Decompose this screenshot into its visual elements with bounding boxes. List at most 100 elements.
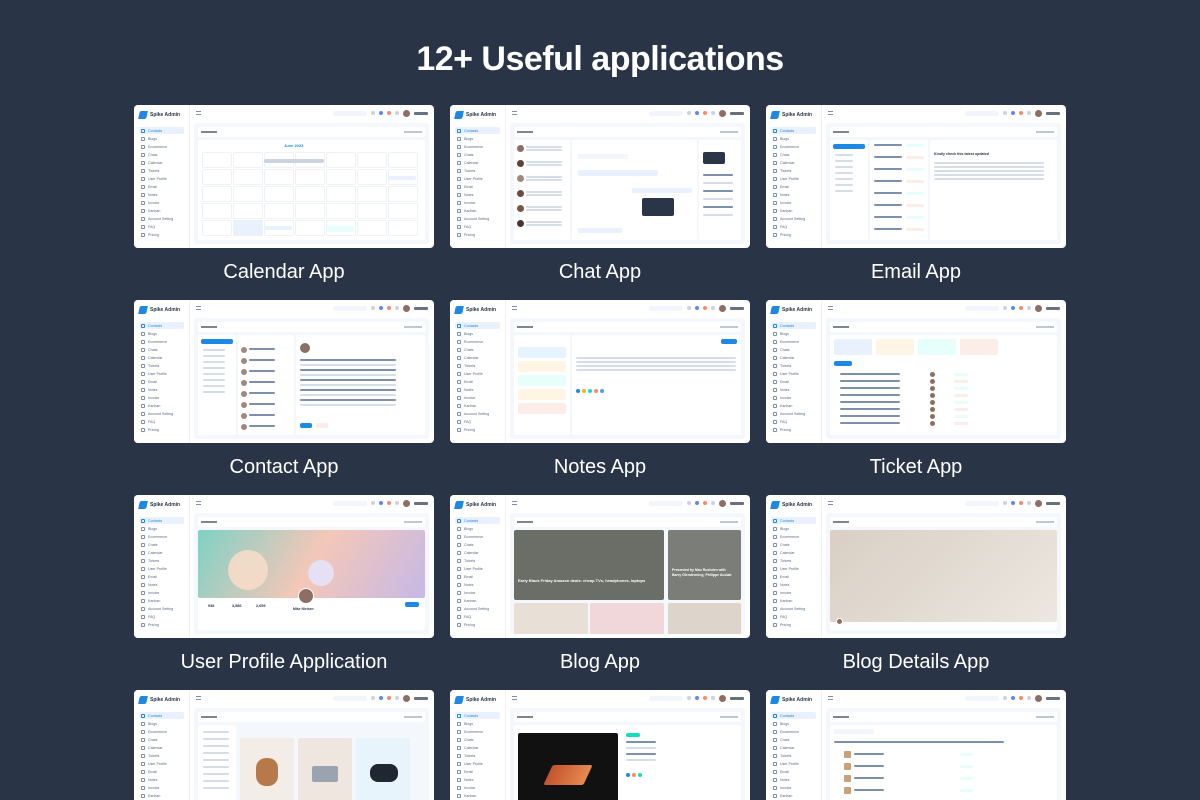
sidebar-item[interactable]: Contacts [139, 517, 184, 524]
sidebar-item[interactable]: Email [771, 183, 816, 190]
sidebar-item[interactable]: Invoice [139, 589, 184, 596]
sidebar-item[interactable]: Contacts [455, 127, 500, 134]
sidebar-item[interactable]: Account Setting [771, 605, 816, 612]
toolbar-icon[interactable] [1027, 111, 1031, 115]
sidebar-item[interactable]: Calendar [771, 159, 816, 166]
sidebar-item[interactable]: Contacts [455, 517, 500, 524]
toolbar-icon[interactable] [1019, 696, 1023, 700]
toolbar-icon[interactable] [1019, 111, 1023, 115]
toolbar-icon[interactable] [395, 696, 399, 700]
sidebar-item[interactable]: Notes [455, 581, 500, 588]
menu-icon[interactable] [196, 501, 201, 505]
sidebar-item[interactable]: Calendar [455, 159, 500, 166]
toolbar-icon[interactable] [395, 111, 399, 115]
avatar[interactable] [1035, 694, 1042, 702]
sidebar-item[interactable]: Pricing [771, 621, 816, 628]
sidebar-item[interactable]: User Profile [771, 760, 816, 767]
sidebar-item[interactable]: FAQ [455, 223, 500, 230]
sidebar-item[interactable]: Calendar [139, 549, 184, 556]
sidebar-item[interactable]: Pricing [771, 231, 816, 238]
avatar[interactable] [719, 109, 726, 117]
menu-icon[interactable] [196, 111, 201, 115]
sidebar-item[interactable]: Account Setting [139, 605, 184, 612]
sidebar-item[interactable]: FAQ [771, 613, 816, 620]
sidebar-item[interactable]: Calendar [139, 159, 184, 166]
menu-icon[interactable] [512, 111, 517, 115]
sidebar-item[interactable]: Tickets [771, 167, 816, 174]
toolbar-icon[interactable] [387, 501, 391, 505]
app-card[interactable]: Spike Admin Contacts Blogs Ecommerce Chats Ca… [450, 105, 750, 283]
toolbar-icon[interactable] [695, 111, 699, 115]
avatar[interactable] [403, 109, 410, 117]
search-input[interactable] [333, 305, 367, 311]
sidebar-item[interactable]: Tickets [139, 362, 184, 369]
sidebar-item[interactable]: Email [771, 378, 816, 385]
sidebar-item[interactable]: Email [771, 768, 816, 775]
toolbar-icon[interactable] [703, 111, 707, 115]
sidebar-item[interactable]: Pricing [139, 621, 184, 628]
sidebar-item[interactable]: Blogs [771, 135, 816, 142]
toolbar-icon[interactable] [695, 696, 699, 700]
menu-icon[interactable] [828, 306, 833, 310]
app-card[interactable]: Spike Admin Contacts Blogs Ecommerce Chats Ca… [134, 690, 434, 800]
sidebar-item[interactable]: FAQ [139, 223, 184, 230]
sidebar-item[interactable]: Notes [139, 191, 184, 198]
sidebar-item[interactable]: Chats [771, 151, 816, 158]
toolbar-icon[interactable] [379, 111, 383, 115]
sidebar-item[interactable]: Chats [771, 736, 816, 743]
sidebar-item[interactable]: Account Setting [455, 605, 500, 612]
sidebar-item[interactable]: Chats [455, 346, 500, 353]
app-card[interactable]: Spike Admin Contacts Blogs Ecommerce Chats Ca… [450, 300, 750, 478]
menu-icon[interactable] [196, 306, 201, 310]
search-input[interactable] [333, 500, 367, 506]
sidebar-item[interactable]: Kanban [771, 597, 816, 604]
sidebar-item[interactable]: User Profile [139, 175, 184, 182]
search-input[interactable] [333, 110, 367, 116]
sidebar-item[interactable]: Kanban [139, 402, 184, 409]
toolbar-icon[interactable] [371, 696, 375, 700]
toolbar-icon[interactable] [687, 696, 691, 700]
toolbar-icon[interactable] [1011, 696, 1015, 700]
sidebar-item[interactable]: Blogs [455, 135, 500, 142]
toolbar-icon[interactable] [695, 306, 699, 310]
avatar[interactable] [1035, 304, 1042, 312]
avatar[interactable] [719, 499, 726, 507]
toolbar-icon[interactable] [387, 306, 391, 310]
sidebar-item[interactable]: Kanban [455, 402, 500, 409]
sidebar-item[interactable]: Kanban [455, 792, 500, 799]
menu-icon[interactable] [512, 696, 517, 700]
sidebar-item[interactable]: Tickets [455, 362, 500, 369]
app-card[interactable]: Spike Admin Contacts Blogs Ecommerce Chats Ca… [450, 495, 750, 673]
sidebar-item[interactable]: Ecommerce [771, 143, 816, 150]
sidebar-item[interactable]: FAQ [455, 418, 500, 425]
toolbar-icon[interactable] [387, 696, 391, 700]
sidebar-item[interactable]: Chats [139, 151, 184, 158]
sidebar-item[interactable]: Blogs [771, 525, 816, 532]
app-card[interactable]: Spike Admin Contacts Blogs Ecommerce Chats Ca… [766, 105, 1066, 283]
sidebar-item[interactable]: Blogs [139, 135, 184, 142]
toolbar-icon[interactable] [1003, 306, 1007, 310]
sidebar-item[interactable]: FAQ [771, 223, 816, 230]
toolbar-icon[interactable] [1011, 111, 1015, 115]
toolbar-icon[interactable] [711, 501, 715, 505]
sidebar-item[interactable]: User Profile [455, 565, 500, 572]
sidebar-item[interactable]: Notes [771, 386, 816, 393]
sidebar-item[interactable]: User Profile [139, 370, 184, 377]
sidebar-item[interactable]: Kanban [771, 207, 816, 214]
sidebar-item[interactable]: Calendar [139, 354, 184, 361]
sidebar-item[interactable]: FAQ [455, 613, 500, 620]
sidebar-item[interactable]: Kanban [455, 207, 500, 214]
sidebar-item[interactable]: Account Setting [771, 215, 816, 222]
toolbar-icon[interactable] [703, 501, 707, 505]
sidebar-item[interactable]: Blogs [455, 330, 500, 337]
sidebar-item[interactable]: Chats [455, 736, 500, 743]
sidebar-item[interactable]: Invoice [771, 784, 816, 791]
sidebar-item[interactable]: Chats [771, 346, 816, 353]
sidebar-item[interactable]: Notes [771, 776, 816, 783]
avatar[interactable] [403, 694, 410, 702]
toolbar-icon[interactable] [371, 111, 375, 115]
menu-icon[interactable] [512, 306, 517, 310]
sidebar-item[interactable]: Ecommerce [455, 728, 500, 735]
menu-icon[interactable] [196, 696, 201, 700]
sidebar-item[interactable]: Notes [139, 776, 184, 783]
